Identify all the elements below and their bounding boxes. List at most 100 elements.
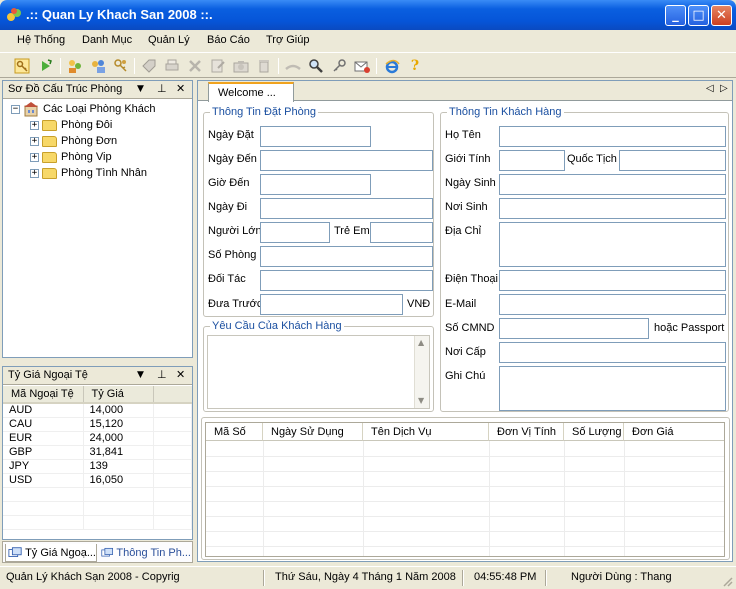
services-grid[interactable]: Mã Số Ngày Sử Dụng Tên Dịch Vụ Đơn Vị Tí… (205, 422, 725, 557)
keys-icon[interactable] (112, 57, 130, 75)
cell-empty (153, 459, 192, 474)
nguoi-lon-input[interactable] (260, 222, 330, 243)
label-noi-cap: Nơi Cấp (445, 346, 486, 358)
building-icon (24, 102, 38, 117)
edit-icon[interactable] (209, 57, 227, 75)
menu-he-thong[interactable]: Hệ Thống (17, 34, 65, 46)
mail-icon[interactable] (353, 57, 371, 75)
scroll-right-icon[interactable]: ▷ (720, 83, 728, 94)
table-row[interactable]: CAU 15,120 (3, 417, 192, 432)
label-ngay-di: Ngày Đi (208, 201, 248, 213)
column-header[interactable]: Đơn Giá (624, 423, 724, 441)
dia-chi-input[interactable] (499, 222, 726, 267)
pin-icon[interactable]: ⊥ (157, 368, 167, 381)
expand-icon[interactable]: + (30, 152, 39, 162)
scroll-left-icon[interactable]: ◁ (706, 83, 714, 94)
so-phong-input[interactable] (260, 246, 433, 267)
expand-icon[interactable]: + (30, 136, 39, 146)
help-icon[interactable]: ? (406, 57, 424, 75)
scroll-up-icon[interactable]: ▲ (418, 338, 424, 347)
maximize-button[interactable]: □ (688, 5, 709, 26)
table-row[interactable]: AUD 14,000 (3, 403, 192, 418)
noi-cap-input[interactable] (499, 342, 726, 363)
menu-danh-muc[interactable]: Danh Mục (82, 34, 132, 46)
tre-em-input[interactable] (370, 222, 433, 243)
rate-table[interactable]: Mã Ngoại Tệ Tỷ Giá AUD 14,000 CAU 15,120 E… (3, 386, 192, 530)
table-row[interactable]: GBP 31,841 (3, 445, 192, 460)
request-textarea[interactable]: ▲ ▼ (207, 335, 430, 409)
table-row[interactable]: JPY 139 (3, 459, 192, 474)
dien-thoai-input[interactable] (499, 270, 726, 291)
dua-truoc-input[interactable] (260, 294, 403, 315)
minimize-button[interactable]: _ (665, 5, 686, 26)
gio-den-input[interactable] (260, 174, 371, 195)
scroll-down-icon[interactable]: ▼ (418, 396, 424, 405)
pin-icon[interactable]: ⊥ (157, 82, 167, 95)
key-search-icon[interactable] (330, 57, 348, 75)
search-icon[interactable] (307, 57, 325, 75)
ngay-sinh-input[interactable] (499, 174, 726, 195)
column-header[interactable]: Tỷ Giá (83, 386, 154, 404)
tab-welcome[interactable]: Welcome ... (208, 82, 294, 102)
dropdown-icon[interactable]: ▼ (137, 370, 144, 380)
cell-rate: 31,841 (83, 445, 154, 460)
tree-item-phong-vip[interactable]: + Phòng Vip (30, 149, 112, 165)
doi-tac-input[interactable] (260, 270, 433, 291)
resize-grip-icon[interactable] (721, 575, 733, 587)
menu-quan-ly[interactable]: Quản Lý (148, 34, 190, 46)
table-row[interactable]: USD 16,050 (3, 473, 192, 488)
refresh-icon[interactable] (37, 57, 55, 75)
tree-item-phong-tinh-nhan[interactable]: + Phòng Tình Nhân (30, 165, 147, 181)
label-nguoi-lon: Người Lớn (208, 225, 262, 237)
column-header[interactable]: Mã Ngoại Tệ (3, 386, 84, 404)
toolbar-separator (376, 58, 377, 74)
noi-sinh-input[interactable] (499, 198, 726, 219)
users-icon[interactable] (66, 57, 84, 75)
close-button[interactable]: ✕ (711, 5, 732, 26)
scrollbar[interactable]: ▲ ▼ (414, 336, 429, 408)
guests-icon[interactable] (89, 57, 107, 75)
close-icon[interactable]: ✕ (176, 368, 185, 381)
column-header[interactable]: Ngày Sử Dụng (263, 423, 363, 441)
ho-ten-input[interactable] (499, 126, 726, 147)
column-header[interactable]: Đơn Vị Tính (489, 423, 564, 441)
delete-icon[interactable] (186, 57, 204, 75)
so-cmnd-input[interactable] (499, 318, 649, 339)
booking-group-title: Thông Tin Đặt Phòng (210, 106, 318, 118)
close-icon[interactable]: ✕ (176, 82, 185, 95)
label-ngay-dat: Ngày Đặt (208, 129, 254, 141)
tree-item-phong-don[interactable]: + Phòng Đơn (30, 133, 117, 149)
tree-panel-header: Sơ Đồ Cấu Trúc Phòng ▼ ⊥ ✕ (3, 81, 192, 99)
camera-icon[interactable] (232, 57, 250, 75)
expand-icon[interactable]: + (30, 120, 39, 130)
bar-icon[interactable] (284, 57, 302, 75)
ie-icon[interactable] (383, 57, 401, 75)
tree-item-label: Phòng Vip (61, 151, 112, 163)
menu-bao-cao[interactable]: Báo Cáo (207, 34, 250, 46)
label-ho-ten: Họ Tên (445, 129, 481, 141)
expand-icon[interactable]: + (30, 168, 39, 178)
tab-ty-gia[interactable]: Tỷ Giá Ngoạ... (5, 544, 97, 562)
tag-icon[interactable] (140, 57, 158, 75)
ngay-den-input[interactable] (260, 150, 433, 171)
collapse-icon[interactable]: − (11, 104, 20, 114)
trash-icon[interactable] (255, 57, 273, 75)
menu-tro-giup[interactable]: Trợ Giúp (266, 34, 309, 46)
dropdown-icon[interactable]: ▼ (137, 84, 144, 94)
tree-item-phong-doi[interactable]: + Phòng Đôi (30, 117, 112, 133)
ngay-di-input[interactable] (260, 198, 433, 219)
print-icon[interactable] (163, 57, 181, 75)
column-header[interactable]: Mã Số (206, 423, 263, 441)
column-header[interactable]: Tên Dịch Vụ (363, 423, 489, 441)
ghi-chu-input[interactable] (499, 366, 726, 411)
gioi-tinh-input[interactable] (499, 150, 565, 171)
column-header[interactable]: Số Lượng (564, 423, 624, 441)
title-bar[interactable]: .:: Quan Ly Khach San 2008 ::. _ □ ✕ (0, 0, 736, 30)
email-input[interactable] (499, 294, 726, 315)
table-row[interactable]: EUR 24,000 (3, 431, 192, 446)
key-icon[interactable] (13, 57, 31, 75)
ngay-dat-input[interactable] (260, 126, 371, 147)
tree-root[interactable]: − Các Loại Phòng Khách (11, 101, 156, 117)
quoc-tich-input[interactable] (619, 150, 726, 171)
tab-thong-tin-phong[interactable]: Thông Tin Ph... (99, 544, 191, 562)
